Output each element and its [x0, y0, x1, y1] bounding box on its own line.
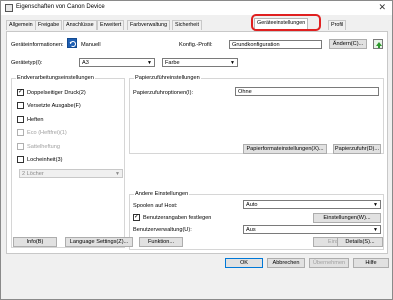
user-mgmt-label: Benutzerverwaltung(U):	[133, 227, 192, 233]
details-button[interactable]: Details(S)...	[337, 237, 383, 247]
tab-farbverwaltung[interactable]: Farbverwaltung	[127, 20, 171, 30]
chevron-down-icon: ▼	[373, 227, 378, 233]
info-button[interactable]: Info(B)	[13, 237, 57, 247]
user-mgmt-value: Aus	[246, 227, 256, 233]
active-tab-highlight	[251, 14, 321, 31]
properties-window: Eigenschaften von Canon Device ✕ Allgeme…	[0, 0, 393, 300]
chevron-down-icon: ▼	[115, 171, 120, 177]
close-icon[interactable]: ✕	[378, 2, 386, 13]
chevron-down-icon: ▼	[230, 60, 235, 66]
paper-options-field[interactable]: Ohne	[235, 87, 379, 96]
color-select[interactable]: Farbe ▼	[162, 58, 238, 67]
user-info-label: Benutzerangaben festlegen	[143, 215, 212, 221]
device-info-label: Geräteinformationen:	[11, 42, 64, 48]
config-profile-label: Konfig.-Profil:	[179, 42, 213, 48]
printer-icon	[5, 4, 13, 12]
color-value: Farbe	[165, 60, 180, 66]
refresh-icon[interactable]	[67, 38, 77, 48]
ok-button[interactable]: OK	[225, 258, 263, 268]
spool-value: Auto	[246, 202, 258, 208]
spool-label: Spoolen auf Host:	[133, 203, 178, 209]
change-button[interactable]: Ändern(C)...	[329, 39, 367, 49]
paper-size-value: A3	[82, 60, 89, 66]
tab-profil[interactable]: Profil	[328, 20, 347, 30]
tab-anschluesse[interactable]: Anschlüsse	[63, 20, 97, 30]
paper-format-button[interactable]: Papierformateinstellungen(X)...	[243, 144, 327, 154]
chevron-down-icon: ▼	[373, 202, 378, 208]
duplex-label: Doppelseitiger Druck(2)	[27, 90, 86, 96]
cancel-button[interactable]: Abbrechen	[267, 258, 305, 268]
function-button[interactable]: Funktion...	[139, 237, 183, 247]
paper-size-select[interactable]: A3 ▼	[79, 58, 155, 67]
punch-checkbox[interactable]	[17, 156, 24, 163]
staple-label: Heften	[27, 117, 44, 123]
chevron-down-icon: ▼	[147, 60, 152, 66]
config-profile-field[interactable]: Grundkonfiguration	[229, 40, 322, 49]
tab-sicherheit[interactable]: Sicherheit	[172, 20, 202, 30]
punch-select[interactable]: 2 Löcher ▼	[19, 169, 123, 178]
user-mgmt-select[interactable]: Aus ▼	[243, 225, 381, 234]
upload-arrow-icon[interactable]	[373, 39, 383, 49]
apply-button[interactable]: Übernehmen	[309, 258, 349, 268]
paper-source-group-title: Papierzuführeinstellungen	[134, 75, 201, 81]
spool-select[interactable]: Auto ▼	[243, 200, 381, 209]
staple-checkbox[interactable]	[17, 116, 24, 123]
user-info-settings-button[interactable]: Einstellungen(W)...	[313, 213, 381, 223]
tab-strip: Allgemein Freigabe Anschlüsse Erweitert …	[6, 18, 386, 31]
tab-freigabe[interactable]: Freigabe	[35, 20, 63, 30]
language-settings-button[interactable]: Language Settings(Z)...	[65, 237, 133, 247]
offset-label: Versetzte Ausgabe(F)	[27, 103, 81, 109]
eco-label: Eco (Heftfrei)(1)	[27, 130, 67, 136]
tab-erweitert[interactable]: Erweitert	[97, 20, 125, 30]
duplex-checkbox[interactable]: ✓	[17, 89, 24, 96]
punch-label: Locheinheit(3)	[27, 157, 63, 163]
device-type-label: Gerätetyp(I):	[11, 60, 43, 66]
punch-value: 2 Löcher	[22, 171, 44, 177]
offset-checkbox[interactable]	[17, 102, 24, 109]
tab-allgemein[interactable]: Allgemein	[6, 20, 36, 30]
user-info-checkbox[interactable]: ✓	[133, 214, 140, 221]
title-bar: Eigenschaften von Canon Device ✕	[1, 1, 392, 15]
paper-source-button[interactable]: Papierzufuhr(D)...	[333, 144, 381, 154]
paper-options-label: Papierzufuhroptionen(I):	[133, 90, 194, 96]
saddle-checkbox[interactable]	[17, 143, 24, 150]
finishing-group-title: Endverarbeitungseinstellungen	[16, 75, 95, 81]
help-button[interactable]: Hilfe	[353, 258, 389, 268]
eco-checkbox[interactable]	[17, 129, 24, 136]
saddle-label: Sattelheftung	[27, 144, 60, 150]
device-info-mode: Manuell	[81, 42, 101, 48]
other-settings-group-title: Andere Einstellungen	[134, 191, 190, 197]
window-title: Eigenschaften von Canon Device	[16, 4, 105, 10]
settings-panel: Geräteinformationen: Manuell Konfig.-Pro…	[6, 31, 388, 254]
